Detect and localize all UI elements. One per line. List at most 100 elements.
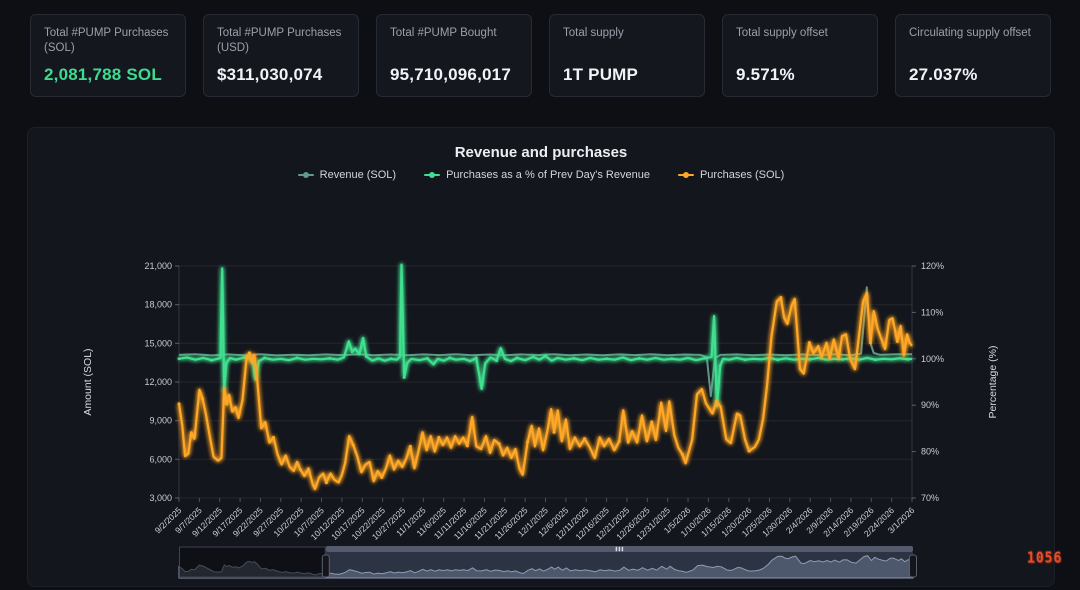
- stat-card-total-supply: Total supply 1T PUMP: [549, 14, 705, 97]
- legend-marker-icon: [424, 174, 440, 176]
- revenue-purchases-chart-card: Revenue and purchases Revenue (SOL) Purc…: [27, 127, 1055, 587]
- series-marker: [583, 437, 586, 440]
- series-marker: [670, 357, 673, 360]
- watermark: 1056: [1027, 550, 1062, 567]
- series-marker: [744, 358, 747, 361]
- series-marker: [178, 357, 181, 360]
- series-marker: [618, 440, 621, 443]
- series-marker: [475, 356, 478, 359]
- series-revenue-sol: [179, 287, 912, 396]
- navigator-grip-icon[interactable]: [616, 547, 618, 551]
- series-marker: [296, 356, 299, 359]
- stat-card-value: 9.571%: [736, 65, 864, 85]
- navigator-handle-left[interactable]: [322, 555, 329, 577]
- stat-card-label: Total #PUMP Bought: [390, 26, 518, 41]
- stat-card-label: Total supply: [563, 26, 691, 41]
- y-left-tick-label: 18,000: [144, 300, 172, 310]
- series-marker: [841, 358, 844, 361]
- series-marker: [869, 341, 872, 344]
- stat-card-total-supply-offset: Total supply offset 9.571%: [722, 14, 878, 97]
- stats-row: Total #PUMP Purchases (SOL) 2,081,788 SO…: [30, 14, 1051, 97]
- legend-marker-icon: [298, 174, 314, 176]
- stat-card-value: 95,710,096,017: [390, 65, 518, 85]
- legend-label: Purchases as a % of Prev Day's Revenue: [446, 169, 650, 181]
- stat-card-label: Total supply offset: [736, 26, 864, 41]
- series-marker: [748, 449, 751, 452]
- series-marker: [638, 357, 641, 360]
- y-right-tick-label: 70%: [921, 493, 939, 503]
- series-marker: [248, 351, 251, 354]
- legend-label: Purchases (SOL): [700, 169, 784, 181]
- stat-card-circulating-supply-offset: Circulating supply offset 27.037%: [895, 14, 1051, 97]
- series-marker: [243, 356, 246, 359]
- stat-card-value: $311,030,074: [217, 65, 345, 85]
- navigator-grip-icon[interactable]: [622, 547, 624, 551]
- pump-dashboard: Total #PUMP Purchases (SOL) 2,081,788 SO…: [0, 0, 1080, 590]
- legend-item-purchases-sol[interactable]: Purchases (SOL): [678, 169, 784, 181]
- series-marker: [526, 440, 529, 443]
- series-marker: [874, 358, 877, 361]
- series-marker: [210, 359, 213, 362]
- legend-label: Revenue (SOL): [320, 169, 396, 181]
- series-marker: [225, 402, 228, 405]
- legend-item-revenue-sol[interactable]: Revenue (SOL): [298, 169, 396, 181]
- series-marker: [328, 357, 331, 360]
- stat-card-pump-bought: Total #PUMP Bought 95,710,096,017: [376, 14, 532, 97]
- series-marker: [837, 357, 840, 360]
- y-right-tick-label: 90%: [921, 400, 939, 410]
- series-marker: [650, 420, 653, 423]
- y-left-tick-label: 6,000: [149, 454, 172, 464]
- series-marker: [437, 436, 440, 439]
- y-left-tick-label: 12,000: [144, 377, 172, 387]
- stat-card-label: Total #PUMP Purchases (SOL): [44, 26, 172, 56]
- stat-card-value: 2,081,788 SOL: [44, 65, 172, 85]
- revenue-purchases-plot[interactable]: 21,000 18,000 15,000 12,000 9,000 6,000 3,000 1…: [28, 128, 1054, 586]
- stat-card-label: Total #PUMP Purchases (USD): [217, 26, 345, 56]
- series-marker: [681, 453, 684, 456]
- series-marker: [779, 296, 782, 299]
- stat-card-value: 1T PUMP: [563, 65, 691, 85]
- y-left-tick-label: 9,000: [149, 416, 172, 426]
- series-marker: [201, 397, 204, 400]
- series-marker: [808, 341, 811, 344]
- series-marker: [896, 340, 899, 343]
- y-right-axis-title: Percentage (%): [987, 346, 999, 419]
- series-marker: [776, 358, 779, 361]
- series-marker: [263, 356, 266, 359]
- series-marker: [352, 444, 355, 447]
- y-left-tick-label: 3,000: [149, 493, 172, 503]
- navigator-unselected-mask[interactable]: [179, 546, 326, 578]
- series-marker: [380, 476, 383, 479]
- series-marker: [466, 444, 469, 447]
- series-marker: [906, 358, 909, 361]
- series-marker: [403, 376, 406, 379]
- series-marker: [605, 357, 608, 360]
- series-marker: [426, 357, 429, 360]
- series-marker: [325, 481, 328, 484]
- series-marker: [272, 436, 275, 439]
- navigator-grip-icon[interactable]: [619, 547, 621, 551]
- series-marker: [177, 402, 180, 405]
- navigator-handle-right[interactable]: [910, 555, 917, 577]
- series-marker: [495, 359, 498, 362]
- y-left-tick-label: 21,000: [144, 261, 172, 271]
- series-purchases-percent: [179, 265, 912, 407]
- stat-card-purchases-sol: Total #PUMP Purchases (SOL) 2,081,788 SO…: [30, 14, 186, 97]
- legend-marker-icon: [678, 174, 694, 176]
- chart-legend: Revenue (SOL) Purchases as a % of Prev D…: [28, 169, 1054, 181]
- series-marker: [365, 355, 368, 358]
- y-right-tick-label: 100%: [921, 354, 944, 364]
- series-marker: [409, 445, 412, 448]
- series-marker: [715, 400, 718, 403]
- legend-item-purchases-percent[interactable]: Purchases as a % of Prev Day's Revenue: [424, 169, 650, 181]
- series-marker: [552, 431, 555, 434]
- series-marker: [573, 357, 576, 360]
- chart-title: Revenue and purchases: [28, 144, 1054, 161]
- y-left-tick-label: 15,000: [144, 338, 172, 348]
- series-marker: [448, 356, 451, 359]
- series-marker: [515, 356, 518, 359]
- series-marker: [544, 355, 547, 358]
- stat-card-value: 27.037%: [909, 65, 1037, 85]
- series-marker: [719, 364, 722, 367]
- y-right-tick-label: 120%: [921, 261, 944, 271]
